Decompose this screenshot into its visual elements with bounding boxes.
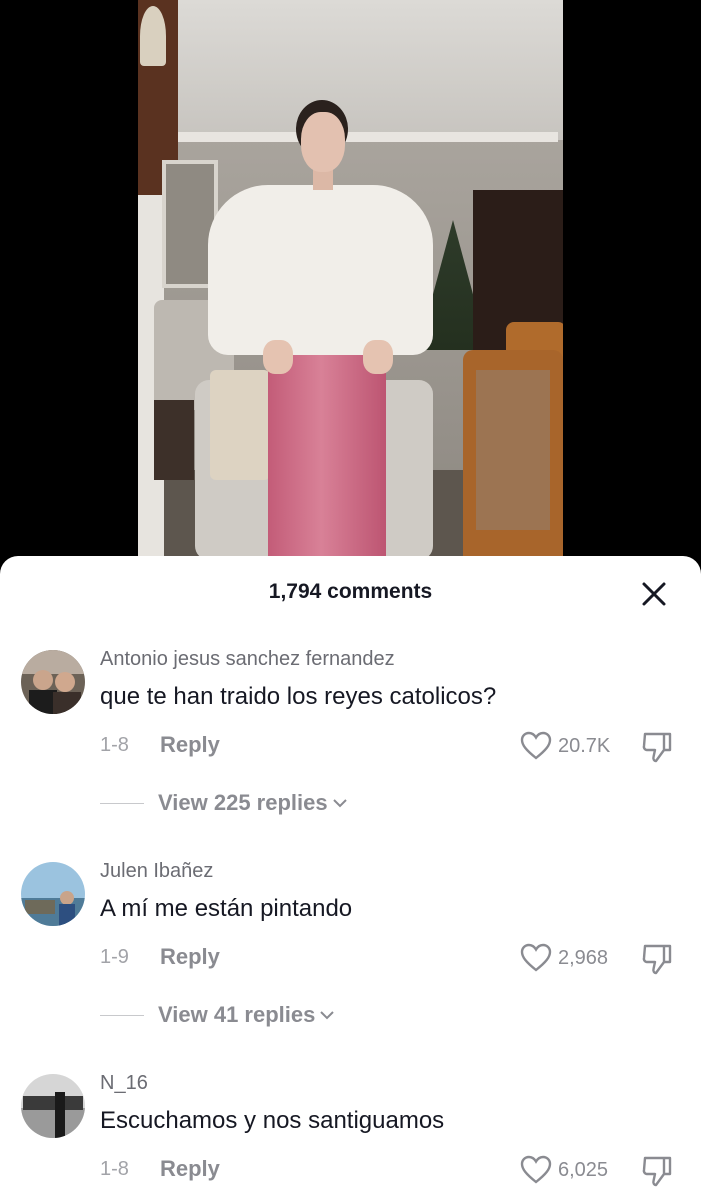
avatar[interactable] [21, 1074, 85, 1138]
view-replies-label: View 41 replies [158, 1002, 316, 1027]
video-person-skirt [268, 340, 386, 560]
dislike-button[interactable] [640, 730, 674, 764]
dislike-button[interactable] [640, 1154, 674, 1188]
comments-count-title: 1,794 comments [268, 580, 433, 603]
chevron-down-icon [332, 799, 347, 808]
avatar-image [21, 1074, 85, 1138]
comment-date: 1-8 [100, 1158, 129, 1180]
avatar[interactable] [21, 650, 85, 714]
comment-item: Julen Ibañez A mí me están pintando 1-9 … [0, 860, 701, 1052]
avatar[interactable] [21, 862, 85, 926]
comment-date: 1-8 [100, 734, 129, 756]
heart-icon [520, 731, 552, 760]
like-button[interactable]: 6,025 [520, 1154, 608, 1186]
comment-item: N_16 Escuchamos y nos santiguamos 1-8 Re… [0, 1072, 701, 1200]
close-icon [642, 582, 666, 606]
comment-username[interactable]: N_16 [100, 1072, 148, 1095]
view-replies-label: View 225 replies [158, 790, 328, 815]
video-side-table [154, 400, 194, 480]
chevron-down-icon [320, 1011, 335, 1020]
replies-divider [100, 802, 144, 804]
view-replies-button[interactable]: View 41 replies [100, 1000, 335, 1030]
comment-username[interactable]: Antonio jesus sanchez fernandez [100, 648, 395, 671]
comment-item: Antonio jesus sanchez fernandez que te h… [0, 648, 701, 840]
like-count: 2,968 [558, 946, 609, 969]
heart-icon [520, 943, 552, 972]
heart-icon [520, 1155, 552, 1184]
like-button[interactable]: 20.7K [520, 730, 610, 762]
video-person-blouse [208, 185, 433, 355]
video-person-face [301, 112, 345, 172]
comments-sheet: 1,794 comments Antonio jesus sanchez fer… [0, 556, 701, 1200]
avatar-image [21, 862, 85, 926]
comment-text: que te han traido los reyes catolicos? [100, 683, 497, 710]
video-person-hand [363, 340, 393, 374]
comment-text: A mí me están pintando [100, 895, 353, 922]
dislike-button[interactable] [640, 942, 674, 976]
comment-date: 1-9 [100, 946, 129, 968]
like-count: 6,025 [558, 1158, 609, 1181]
view-replies-button[interactable]: View 225 replies [100, 788, 348, 818]
close-button[interactable] [636, 576, 672, 612]
reply-button[interactable]: Reply [160, 944, 220, 970]
thumbs-down-icon [642, 732, 672, 763]
reply-button[interactable]: Reply [160, 1156, 220, 1182]
like-button[interactable]: 2,968 [520, 942, 608, 974]
thumbs-down-icon [642, 944, 672, 975]
video-molding [158, 132, 558, 142]
video-ceiling [138, 0, 563, 140]
like-count: 20.7K [558, 734, 611, 757]
comment-username[interactable]: Julen Ibañez [100, 860, 213, 883]
video-player[interactable] [138, 0, 563, 560]
avatar-image [21, 650, 85, 714]
replies-divider [100, 1014, 144, 1016]
video-blanket [210, 370, 270, 480]
comment-text: Escuchamos y nos santiguamos [100, 1107, 445, 1134]
video-chair-cane [476, 370, 550, 530]
reply-button[interactable]: Reply [160, 732, 220, 758]
clock-face [140, 6, 166, 66]
thumbs-down-icon [642, 1156, 672, 1187]
video-person-hand [263, 340, 293, 374]
